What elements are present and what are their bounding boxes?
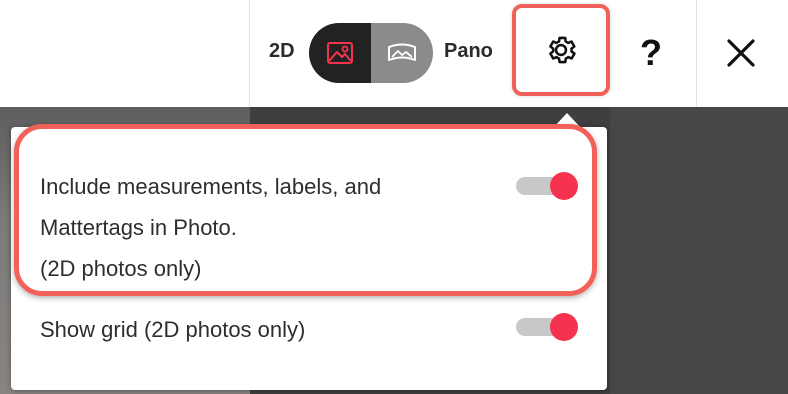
top-toolbar: 2D Pano ? xyxy=(0,0,788,107)
photo-mode-toggle[interactable] xyxy=(309,23,433,83)
show-grid-label: Show grid (2D photos only) xyxy=(40,317,306,342)
mode-pano-label: Pano xyxy=(444,40,493,62)
toolbar-divider xyxy=(249,0,250,107)
close-icon xyxy=(727,39,755,67)
toggle-knob xyxy=(550,313,578,341)
gear-icon xyxy=(549,36,576,64)
mode-2d-label: 2D xyxy=(269,40,295,62)
mode-2d-button[interactable] xyxy=(309,23,371,83)
help-button[interactable]: ? xyxy=(622,24,680,82)
settings-button[interactable] xyxy=(512,4,610,96)
panorama-icon xyxy=(388,43,416,61)
mode-pano-button[interactable] xyxy=(371,23,433,83)
show-grid-toggle[interactable] xyxy=(516,310,578,344)
toolbar-divider xyxy=(696,0,697,107)
help-icon: ? xyxy=(640,32,662,73)
image-icon xyxy=(327,42,353,64)
close-button[interactable] xyxy=(712,24,770,82)
include-annotations-label: Include measurements, labels, and Matter… xyxy=(40,174,382,281)
include-annotations-toggle[interactable] xyxy=(516,169,578,203)
toggle-knob xyxy=(550,172,578,200)
settings-panel-caret xyxy=(553,113,581,128)
